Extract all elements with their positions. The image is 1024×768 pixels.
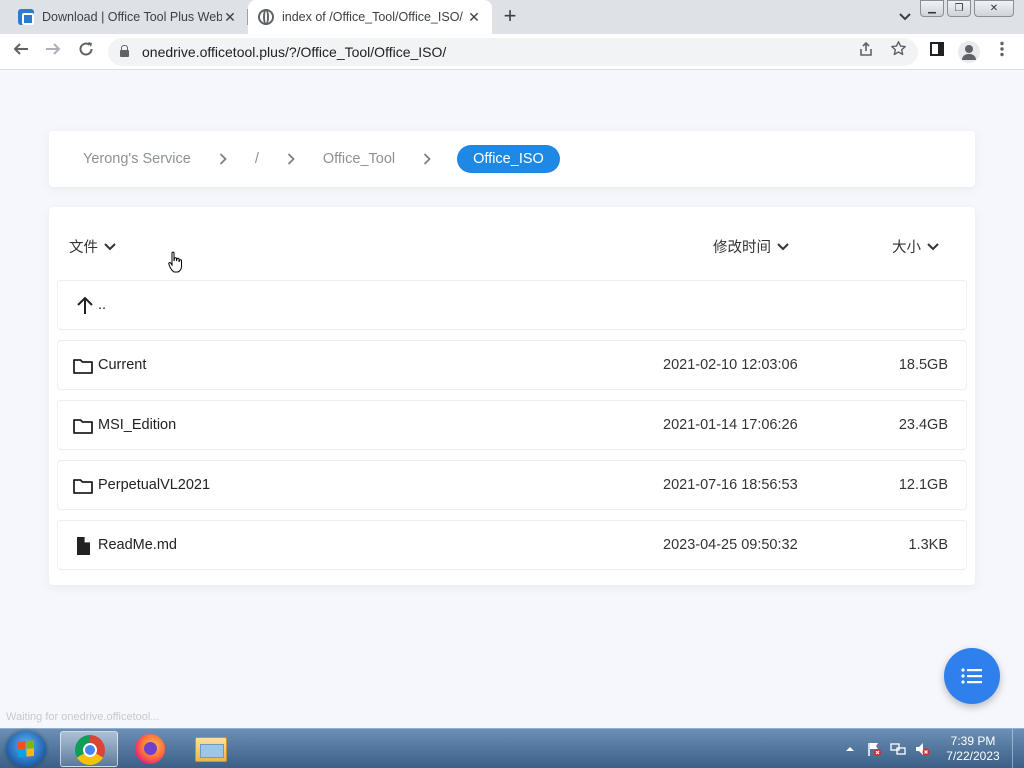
volume-muted-icon[interactable] [914, 741, 930, 757]
clock-date: 7/22/2023 [946, 749, 1000, 763]
sort-by-name-button[interactable]: 文件 [69, 236, 116, 257]
tab-title: Download | Office Tool Plus Web [42, 10, 222, 24]
file-name: ReadMe.md [98, 537, 177, 553]
tab-download-office-tool-plus[interactable]: Download | Office Tool Plus Web ✕ [8, 0, 248, 34]
breadcrumb-item-yerongs-service[interactable]: Yerong's Service [83, 151, 191, 167]
chevron-right-icon [191, 151, 255, 167]
close-tab-icon[interactable]: ✕ [466, 9, 482, 26]
close-tab-icon[interactable]: ✕ [222, 9, 238, 26]
tab-title: index of /Office_Tool/Office_ISO/ [282, 10, 463, 24]
network-icon[interactable] [890, 741, 906, 757]
browser-status-text: Waiting for onedrive.officetool... [0, 708, 166, 727]
file-icon [77, 537, 90, 555]
column-header-size: 大小 [892, 240, 921, 256]
restore-button[interactable]: ❐ [947, 0, 971, 17]
side-panel-icon[interactable] [925, 40, 949, 64]
breadcrumb-item-office-tool[interactable]: Office_Tool [323, 151, 395, 167]
table-row[interactable]: ReadMe.md 2023-04-25 09:50:32 1.3KB [57, 520, 967, 570]
back-arrow-icon[interactable] [9, 40, 33, 64]
close-window-button[interactable]: ✕ [974, 0, 1014, 17]
folder-icon [73, 479, 93, 494]
browser-toolbar: onedrive.officetool.plus/?/Office_Tool/O… [0, 34, 1024, 70]
file-size: 23.4GB [898, 417, 948, 433]
chevron-down-icon [777, 242, 789, 250]
folder-icon [73, 359, 93, 374]
start-button[interactable] [6, 731, 46, 767]
table-row[interactable]: Current 2021-02-10 12:03:06 18.5GB [57, 340, 967, 390]
bookmark-star-icon[interactable] [886, 40, 910, 64]
tab-index-office-iso[interactable]: index of /Office_Tool/Office_ISO/ ✕ [248, 0, 492, 34]
tab-strip: Download | Office Tool Plus Web ✕ index … [0, 0, 1024, 34]
arrow-up-icon [77, 296, 93, 314]
chevron-right-icon [395, 151, 459, 167]
file-size: 18.5GB [898, 357, 948, 373]
more-menu-icon[interactable] [990, 40, 1014, 64]
chevron-right-icon [259, 151, 323, 167]
globe-icon [258, 9, 274, 25]
tab-search-chevron-icon[interactable] [896, 8, 914, 26]
file-explorer-icon [195, 737, 227, 762]
sort-by-size-button[interactable]: 大小 [892, 236, 939, 257]
file-modified: 2021-01-14 17:06:26 [663, 417, 798, 433]
hand-cursor-icon [168, 251, 182, 273]
column-header-name: 文件 [69, 240, 98, 256]
taskbar-clock[interactable]: 7:39 PM 7/22/2023 [940, 734, 1006, 764]
parent-directory-label: .. [98, 297, 107, 313]
file-modified: 2021-02-10 12:03:06 [663, 357, 798, 373]
forward-arrow-icon[interactable] [41, 40, 65, 64]
file-modified: 2023-04-25 09:50:32 [663, 537, 798, 553]
new-tab-button[interactable]: + [498, 5, 522, 29]
menu-fab-button[interactable] [944, 648, 1000, 704]
lock-icon[interactable] [120, 45, 129, 57]
file-name: PerpetualVL2021 [98, 477, 211, 493]
list-header: 文件 修改时间 大小 [49, 207, 975, 281]
taskbar-file-explorer-button[interactable] [182, 731, 240, 767]
parent-directory-row[interactable]: .. [57, 280, 967, 330]
table-row[interactable]: MSI_Edition 2021-01-14 17:06:26 23.4GB [57, 400, 967, 450]
file-name: Current [98, 357, 147, 373]
profile-avatar-icon[interactable] [958, 41, 980, 63]
system-tray [842, 733, 930, 765]
breadcrumb: Yerong's Service / Office_Tool Office_IS… [49, 131, 975, 187]
table-row[interactable]: PerpetualVL2021 2021-07-16 18:56:53 12.1… [57, 460, 967, 510]
firefox-icon [135, 734, 165, 764]
address-bar[interactable]: onedrive.officetool.plus/?/Office_Tool/O… [108, 38, 918, 66]
clock-time: 7:39 PM [950, 734, 996, 748]
window-controls: ▁ ❐ ✕ [920, 0, 1014, 17]
file-modified: 2021-07-16 18:56:53 [663, 477, 798, 493]
chrome-icon [75, 735, 105, 765]
url-text: onedrive.officetool.plus/?/Office_Tool/O… [142, 44, 447, 60]
show-desktop-button[interactable] [1012, 729, 1024, 768]
reload-icon[interactable] [74, 40, 98, 64]
action-center-flag-icon[interactable] [866, 741, 882, 757]
breadcrumb-item-office-iso[interactable]: Office_ISO [457, 145, 560, 173]
sort-by-modified-button[interactable]: 修改时间 [713, 236, 789, 257]
list-icon [961, 668, 982, 684]
share-icon[interactable] [854, 40, 878, 64]
show-hidden-icons-icon[interactable] [842, 741, 858, 757]
office-tool-plus-icon [18, 9, 34, 25]
column-header-modified: 修改时间 [713, 240, 771, 256]
file-name: MSI_Edition [98, 417, 177, 433]
folder-icon [73, 419, 93, 434]
taskbar: 7:39 PM 7/22/2023 [0, 728, 1024, 768]
chevron-down-icon [927, 242, 939, 250]
taskbar-firefox-button[interactable] [121, 731, 179, 767]
minimize-button[interactable]: ▁ [920, 0, 944, 17]
file-size: 12.1GB [898, 477, 948, 493]
taskbar-chrome-button[interactable] [60, 731, 118, 767]
chevron-down-icon [104, 242, 116, 250]
file-list: 文件 修改时间 大小 .. Current 2021-02-10 12:03:0… [49, 207, 975, 585]
file-size: 1.3KB [908, 537, 949, 553]
